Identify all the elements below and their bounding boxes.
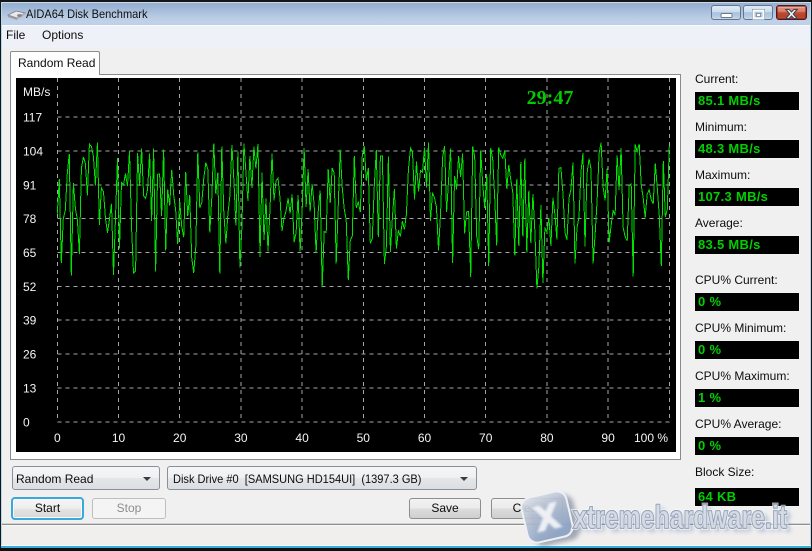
svg-text:30: 30 (234, 431, 248, 445)
svg-text:13: 13 (23, 381, 37, 395)
svg-text:29:47: 29:47 (527, 87, 574, 109)
svg-text:26: 26 (23, 348, 37, 362)
svg-text:91: 91 (23, 178, 37, 192)
svg-text:60: 60 (418, 431, 432, 445)
svg-text:39: 39 (23, 314, 37, 328)
svg-text:10: 10 (112, 431, 126, 445)
svg-text:xtremehardware.it: xtremehardware.it (573, 499, 787, 535)
svg-text:50: 50 (357, 431, 371, 445)
svg-text:MB/s: MB/s (23, 85, 50, 99)
svg-text:100 %: 100 % (634, 431, 668, 445)
svg-text:104: 104 (23, 145, 43, 159)
svg-text:0: 0 (23, 415, 30, 429)
svg-text:52: 52 (23, 280, 37, 294)
svg-text:90: 90 (601, 431, 615, 445)
svg-text:117: 117 (23, 111, 42, 125)
svg-text:40: 40 (295, 431, 309, 445)
svg-text:65: 65 (23, 246, 37, 260)
svg-text:80: 80 (540, 431, 554, 445)
svg-text:20: 20 (173, 431, 187, 445)
svg-text:78: 78 (23, 212, 37, 226)
svg-text:0: 0 (54, 431, 61, 445)
svg-text:70: 70 (479, 431, 493, 445)
